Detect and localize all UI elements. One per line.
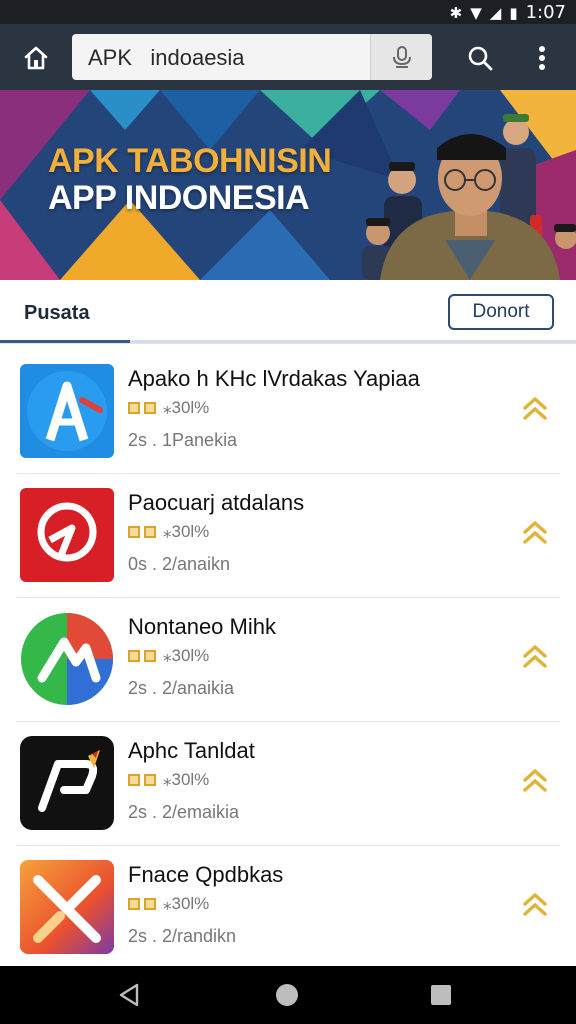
app-list-item[interactable]: Fnace Qpdbkas ⁎30l% 2s . 2/randikn (16, 846, 560, 970)
tab-indicator (0, 340, 576, 343)
rating-value: ⁎30l% (163, 646, 210, 665)
app-rating: ⁎30l% (128, 398, 209, 418)
home-button[interactable] (18, 40, 54, 76)
home-icon (24, 46, 48, 70)
red-bird-logo-icon (20, 488, 114, 582)
rating-star-icon (144, 898, 156, 910)
back-button[interactable] (114, 980, 144, 1010)
rating-star-icon (144, 402, 156, 414)
wifi-icon: ▼ (470, 3, 482, 22)
search-button[interactable] (462, 40, 498, 76)
app-name: Nontaneo Mihk (128, 614, 276, 639)
orange-x-logo-icon (20, 860, 114, 954)
status-time: 1:07 (525, 2, 566, 23)
recents-button[interactable] (426, 980, 456, 1010)
home-circle-icon (276, 984, 298, 1006)
update-chevron-icon[interactable] (520, 518, 550, 548)
app-name: Paocuarj atdalans (128, 490, 305, 515)
section-action-button[interactable]: Donort (448, 294, 554, 330)
rating-star-icon (128, 402, 140, 414)
rating-star-icon (144, 774, 156, 786)
app-list-item[interactable]: Aphc Tanldat ⁎30l% 2s . 2/emaikia (16, 722, 560, 846)
rating-star-icon (144, 650, 156, 662)
rating-star-icon (128, 526, 140, 538)
update-chevron-icon[interactable] (520, 394, 550, 424)
more-options-button[interactable] (526, 40, 558, 76)
rating-value: ⁎30l% (163, 522, 210, 541)
bluetooth-icon: ✱ (449, 3, 463, 22)
app-meta: 2s . 2/randikn (128, 926, 237, 946)
rating-value: ⁎30l% (163, 398, 210, 417)
recents-square-icon (431, 985, 451, 1005)
app-meta: 2s . 2/emaikia (128, 802, 240, 822)
update-chevron-icon[interactable] (520, 642, 550, 672)
system-nav-bar (0, 966, 576, 1024)
promo-banner[interactable]: APK TABOHNISIN APP INDONESIA (0, 90, 576, 280)
black-pen-logo-icon (20, 736, 114, 830)
rating-star-icon (144, 526, 156, 538)
rating-star-icon (128, 650, 140, 662)
app-rating: ⁎30l% (128, 894, 209, 914)
green-blue-arrow-logo-icon (20, 612, 114, 706)
app-name: Fnace Qpdbkas (128, 862, 284, 887)
home-nav-button[interactable] (272, 980, 302, 1010)
banner-subtitle: APP INDONESIA (48, 179, 310, 217)
app-meta: 2s . 2/anaikia (128, 678, 235, 698)
section-header: Pusata Donort (0, 280, 576, 344)
voice-search-button[interactable] (370, 34, 432, 80)
app-meta: 2s . 1Panekia (128, 430, 238, 450)
app-list-item[interactable]: Apako h KHc lVrdakas Yapiaa ⁎30l% 2s . 1… (16, 350, 560, 474)
battery-icon: ▮ (509, 3, 518, 22)
app-name: Aphc Tanldat (128, 738, 255, 763)
app-meta: 0s . 2/anaikn (128, 554, 231, 574)
section-title[interactable]: Pusata (24, 302, 90, 325)
app-rating: ⁎30l% (128, 770, 209, 790)
banner-title: APK TABOHNISIN (48, 142, 332, 180)
app-store-a-icon (20, 364, 114, 458)
search-query[interactable]: APK indoaesia (88, 45, 245, 71)
app-bar: APK indoaesia (0, 24, 576, 90)
status-bar: ✱ ▼ ◢ ▮ 1:07 (0, 0, 576, 24)
more-vertical-icon (539, 46, 545, 70)
back-triangle-icon (119, 983, 139, 1007)
rating-star-icon (128, 774, 140, 786)
update-chevron-icon[interactable] (520, 890, 550, 920)
search-icon (468, 46, 493, 71)
app-list-item[interactable]: Nontaneo Mihk ⁎30l% 2s . 2/anaikia (16, 598, 560, 722)
signal-icon: ◢ (489, 3, 502, 22)
rating-star-icon (128, 898, 140, 910)
rating-value: ⁎30l% (163, 894, 210, 913)
app-name: Apako h KHc lVrdakas Yapiaa (128, 366, 420, 391)
app-list: Apako h KHc lVrdakas Yapiaa ⁎30l% 2s . 1… (0, 350, 576, 970)
status-icons: ✱ ▼ ◢ ▮ 1:07 (450, 2, 566, 23)
app-list-item[interactable]: Paocuarj atdalans ⁎30l% 0s . 2/anaikn (16, 474, 560, 598)
microphone-icon (392, 46, 411, 68)
rating-value: ⁎30l% (163, 770, 210, 789)
update-chevron-icon[interactable] (520, 766, 550, 796)
app-rating: ⁎30l% (128, 646, 209, 666)
tab-indicator-active (0, 340, 130, 343)
app-rating: ⁎30l% (128, 522, 209, 542)
search-input[interactable]: APK indoaesia (72, 34, 432, 80)
